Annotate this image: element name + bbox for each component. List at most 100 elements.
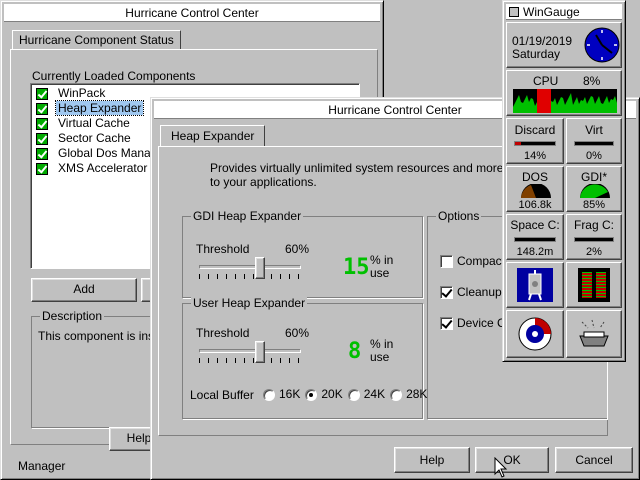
memory-tool-button[interactable] <box>506 262 564 308</box>
user-threshold-label: Threshold <box>196 326 250 340</box>
virt-value: 0% <box>586 150 602 162</box>
space-cell: Space C: 148.2m <box>506 214 564 260</box>
gdi-threshold-slider[interactable] <box>199 265 301 269</box>
date-text: 01/19/2019 <box>512 34 573 48</box>
buffer-option-label: 20K <box>321 387 343 401</box>
user-use-value: 8 <box>348 339 362 364</box>
frag-value: 2% <box>586 246 602 258</box>
component-checkbox-icon[interactable] <box>36 132 48 145</box>
discard-fill <box>515 142 521 145</box>
component-checkbox-icon[interactable] <box>36 102 48 115</box>
option-label: Compact <box>457 254 506 268</box>
component-checkbox-icon[interactable] <box>36 147 48 160</box>
gdi-ticks <box>199 274 301 279</box>
component-label: Heap Expander <box>54 100 145 116</box>
radio-icon[interactable] <box>347 388 360 401</box>
cleanup-tray-icon <box>579 319 609 347</box>
memory-chip-icon <box>517 268 553 302</box>
buffer-option-24k[interactable]: 24K <box>347 387 385 401</box>
disk-scan-button[interactable] <box>506 310 564 358</box>
radio-icon[interactable] <box>390 388 403 401</box>
gdi-gauge-icon <box>580 184 610 198</box>
gdi-heap-group: GDI Heap Expander Threshold 60% 15 % in … <box>182 209 423 298</box>
space-value: 148.2m <box>516 246 554 258</box>
wingauge-window: WinGauge 01/19/2019 Saturday CPU 8% Disc… <box>502 0 626 362</box>
options-title: Options <box>436 209 482 223</box>
cpu-graph <box>513 89 617 113</box>
gdi-value: 85% <box>582 199 606 211</box>
space-meter <box>514 237 556 242</box>
discard-meter <box>514 141 556 146</box>
wingauge-titlebar[interactable]: WinGauge <box>506 4 622 20</box>
gdi-heap-title: GDI Heap Expander <box>191 209 304 223</box>
dos-gauge-icon <box>521 184 551 198</box>
option-item[interactable]: Compact <box>440 254 506 269</box>
user-use-unit: % in use <box>370 338 393 364</box>
local-buffer-options: 16K 20K 24K 28K <box>263 387 432 401</box>
radio-icon[interactable] <box>263 388 275 401</box>
component-label: WinPack <box>58 86 106 100</box>
gdi-slider-thumb[interactable] <box>255 257 266 279</box>
buffer-option-20k[interactable]: 20K <box>305 387 343 401</box>
day-text: Saturday <box>512 47 561 61</box>
option-checkbox[interactable] <box>440 255 453 269</box>
dos-label: DOS <box>521 170 548 184</box>
dos-cell: DOS 106.8k <box>506 166 564 212</box>
gdi-threshold-value: 60% <box>285 242 310 256</box>
gdi-cell: GDI* 85% <box>566 166 622 212</box>
cpu-peak-bar <box>537 89 551 113</box>
wingauge-close-icon[interactable] <box>509 7 519 17</box>
user-threshold-slider[interactable] <box>199 349 301 353</box>
component-checkbox-icon[interactable] <box>36 117 48 130</box>
gdi-use-unit: % in use <box>370 254 393 280</box>
user-threshold-value: 60% <box>285 326 310 340</box>
back-window-title[interactable]: Hurricane Control Center <box>4 4 380 22</box>
space-label: Space C: <box>510 218 560 232</box>
tab-component-status[interactable]: Hurricane Component Status <box>12 30 181 49</box>
discard-cell: Discard 14% <box>506 118 564 164</box>
gdi-use-unit-line2: use <box>370 266 390 280</box>
add-button[interactable]: Add <box>31 278 137 302</box>
component-checkbox-icon[interactable] <box>36 87 48 100</box>
buffer-option-label: 16K <box>279 387 301 401</box>
heap-description-line2: to your applications. <box>210 175 317 189</box>
cleanup-button[interactable] <box>566 310 622 358</box>
user-heap-title: User Heap Expander <box>191 296 308 310</box>
gdi-use-value: 15 <box>343 255 370 280</box>
component-label: Virtual Cache <box>58 116 130 130</box>
dos-value: 106.8k <box>518 199 552 211</box>
gdi-threshold-label: Threshold <box>196 242 250 256</box>
date-clock-cell: 01/19/2019 Saturday <box>506 22 622 68</box>
option-checkbox[interactable] <box>440 317 453 331</box>
component-checkbox-icon[interactable] <box>36 162 48 175</box>
description-text: This component is insta <box>38 329 165 343</box>
frag-cell: Frag C: 2% <box>566 214 622 260</box>
description-label: Description <box>40 309 105 323</box>
radio-icon[interactable] <box>305 388 318 401</box>
buffer-option-28k[interactable]: 28K <box>390 387 427 401</box>
disk-icon <box>518 317 552 351</box>
component-label: Sector Cache <box>58 131 131 145</box>
heap-description-line1: Provides virtually unlimited system reso… <box>210 161 545 175</box>
ok-button[interactable]: OK <box>475 447 549 473</box>
status-text: Manager <box>18 459 66 473</box>
mouse-cursor-icon <box>494 457 508 478</box>
tab-heap-expander[interactable]: Heap Expander <box>160 125 266 146</box>
cancel-button[interactable]: Cancel <box>555 447 633 473</box>
user-use-unit-line2: use <box>370 350 390 364</box>
virt-meter <box>574 141 614 146</box>
bar-meter-icon <box>578 268 610 302</box>
option-checkbox[interactable] <box>440 286 453 300</box>
component-label: XMS Accelerator <box>58 161 148 175</box>
help-button[interactable]: Help <box>394 447 470 473</box>
virt-cell: Virt 0% <box>566 118 622 164</box>
resource-meter-button[interactable] <box>566 262 622 308</box>
frag-label: Frag C: <box>573 218 614 232</box>
buffer-option-16k[interactable]: 16K <box>263 387 300 401</box>
user-slider-thumb[interactable] <box>255 341 266 363</box>
clock-icon <box>584 27 620 63</box>
user-ticks <box>199 358 301 363</box>
frag-meter <box>574 237 614 242</box>
components-list-label: Currently Loaded Components <box>32 69 196 83</box>
virt-label: Virt <box>585 123 603 137</box>
